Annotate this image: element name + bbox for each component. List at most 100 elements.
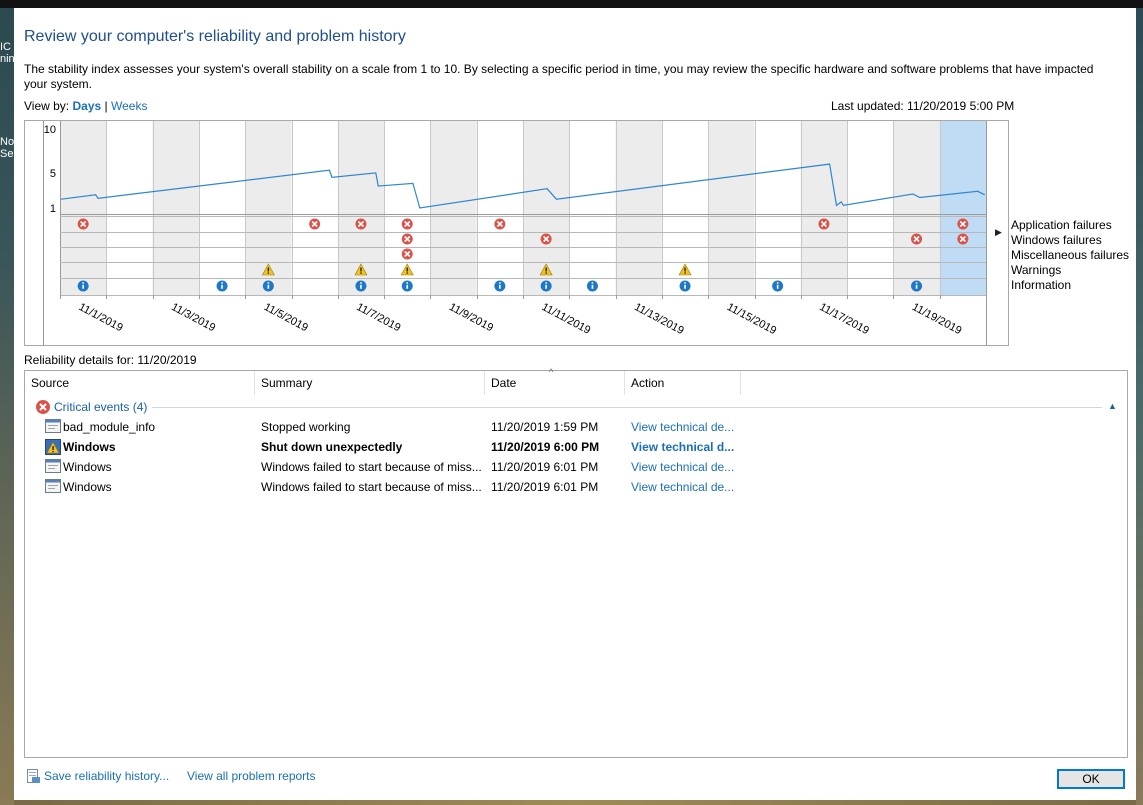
info-icon-mark xyxy=(267,282,270,284)
view-all-problem-reports-link[interactable]: View all problem reports xyxy=(187,769,316,783)
warning-icon-mark xyxy=(267,272,270,274)
critical-events-label: Critical events (4) xyxy=(54,400,148,414)
desktop-left-strip: IC nin No Sec xyxy=(0,8,19,805)
x-date-label: 11/19/2019 xyxy=(910,301,964,337)
warning-icon-mark xyxy=(267,267,270,272)
warning-icon-mark xyxy=(360,272,362,274)
info-icon-mark xyxy=(684,282,686,284)
info-icon-mark xyxy=(406,282,409,284)
day-column[interactable] xyxy=(847,121,894,295)
row-summary: Shut down unexpectedly xyxy=(261,440,403,454)
ok-button[interactable]: OK xyxy=(1057,769,1125,789)
view-days-link[interactable]: Days xyxy=(72,99,101,113)
view-technical-details-link[interactable]: View technical de... xyxy=(631,480,741,494)
warning-icon-mark xyxy=(406,267,408,272)
warning-icon-mark xyxy=(406,272,408,274)
table-row[interactable]: bad_module_info Stopped working 11/20/20… xyxy=(25,417,1125,437)
save-reliability-history-link[interactable]: Save reliability history... xyxy=(44,769,169,783)
column-header-source[interactable]: Source xyxy=(25,371,255,395)
x-date-label: 11/13/2019 xyxy=(632,301,686,337)
warning-icon-mark xyxy=(545,272,547,274)
row-label-application-failures: Application failures xyxy=(1011,218,1112,232)
x-date-label: 11/1/2019 xyxy=(77,301,125,334)
desktop-icon-label-fragment: nin xyxy=(0,53,15,65)
day-column[interactable] xyxy=(615,121,662,295)
info-icon-mark xyxy=(499,284,501,289)
info-icon-mark xyxy=(545,284,547,289)
day-column[interactable] xyxy=(152,121,199,295)
details-for-label: Reliability details for: 11/20/2019 xyxy=(24,353,197,367)
info-icon-mark xyxy=(684,284,686,289)
day-column[interactable] xyxy=(198,121,246,295)
desktop-right-strip xyxy=(1136,8,1143,805)
row-date: 11/20/2019 6:01 PM xyxy=(491,460,599,474)
column-header-date[interactable]: Date xyxy=(485,371,625,395)
day-column[interactable] xyxy=(291,121,338,295)
info-icon-mark xyxy=(545,282,547,284)
row-source: Windows xyxy=(63,480,112,494)
table-row[interactable]: Windows Shut down unexpectedly 11/20/201… xyxy=(25,437,1125,457)
day-column[interactable] xyxy=(60,121,107,295)
day-column[interactable] xyxy=(939,121,986,295)
row-label-warnings: Warnings xyxy=(1011,263,1062,277)
y-tick-label: 1 xyxy=(50,203,56,215)
row-source: Windows xyxy=(63,460,112,474)
scroll-right-arrow[interactable]: ▶ xyxy=(995,227,1002,238)
collapse-group-icon[interactable]: ▲ xyxy=(1108,401,1117,411)
warning-icon-mark xyxy=(360,267,362,272)
day-column[interactable] xyxy=(893,121,940,295)
windows-warning-icon xyxy=(45,439,61,455)
x-date-label: 11/5/2019 xyxy=(262,301,310,334)
stability-chart-svg[interactable]: 10 5 1 11/1/2019 11/3/2019 11/5/2019 11/7/2019… xyxy=(25,121,1008,345)
view-technical-details-link[interactable]: View technical de... xyxy=(631,420,741,434)
row-summary: Windows failed to start because of miss.… xyxy=(261,460,482,474)
reliability-monitor-window: Review your computer's reliability and p… xyxy=(14,8,1136,800)
last-updated: Last updated: 11/20/2019 5:00 PM xyxy=(831,99,1015,113)
warning-icon-mark xyxy=(684,267,686,272)
row-label-miscellaneous-failures: Miscellaneous failures xyxy=(1011,248,1130,262)
x-date-label: 11/15/2019 xyxy=(725,301,779,337)
application-window-icon xyxy=(45,419,61,433)
column-header-action[interactable]: Action xyxy=(625,371,741,395)
view-weeks-link[interactable]: Weeks xyxy=(111,99,147,113)
stability-chart[interactable]: 10 5 1 11/1/2019 11/3/2019 11/5/2019 11/7/2019… xyxy=(24,120,1009,346)
day-column[interactable] xyxy=(430,121,477,295)
view-technical-details-link[interactable]: View technical d... xyxy=(631,440,741,454)
y-tick-label: 10 xyxy=(44,124,56,136)
sort-caret-icon: ^ xyxy=(549,367,554,377)
warning-icon-mark xyxy=(545,267,547,272)
info-icon-mark xyxy=(591,282,594,284)
row-summary: Stopped working xyxy=(261,420,351,434)
day-column[interactable] xyxy=(754,121,801,295)
day-column[interactable] xyxy=(476,121,523,295)
day-column[interactable] xyxy=(708,121,755,295)
x-date-label: 11/11/2019 xyxy=(540,301,593,337)
info-icon-mark xyxy=(267,284,270,289)
info-icon-mark xyxy=(82,284,84,289)
day-column[interactable] xyxy=(569,121,616,295)
info-icon-mark xyxy=(499,282,501,284)
application-window-icon xyxy=(45,459,61,473)
table-row[interactable]: Windows Windows failed to start because … xyxy=(25,457,1125,477)
desktop-top-strip xyxy=(0,0,1143,8)
day-column[interactable] xyxy=(106,121,153,295)
view-technical-details-link[interactable]: View technical de... xyxy=(631,460,741,474)
day-column[interactable] xyxy=(800,121,848,295)
row-label-information: Information xyxy=(1011,278,1072,292)
row-summary: Windows failed to start because of miss.… xyxy=(261,480,482,494)
desktop-icon-label-fragment: No xyxy=(0,136,15,148)
x-date-label: 11/7/2019 xyxy=(354,301,402,334)
info-icon-mark xyxy=(591,284,594,289)
desktop-icon-label-fragment: IC xyxy=(0,41,11,53)
row-source: Windows xyxy=(63,440,116,454)
x-date-label: 11/3/2019 xyxy=(169,301,217,334)
table-row[interactable]: Windows Windows failed to start because … xyxy=(25,477,1125,497)
column-header-summary[interactable]: Summary xyxy=(255,371,485,395)
page-title: Review your computer's reliability and p… xyxy=(24,28,406,45)
info-icon-mark xyxy=(776,282,779,284)
desktop-bottom-strip xyxy=(14,800,1136,805)
x-date-label: 11/17/2019 xyxy=(817,301,871,337)
row-label-windows-failures: Windows failures xyxy=(1011,233,1102,247)
page-description: The stability index assesses your system… xyxy=(24,62,1094,91)
row-date: 11/20/2019 6:01 PM xyxy=(491,480,599,494)
